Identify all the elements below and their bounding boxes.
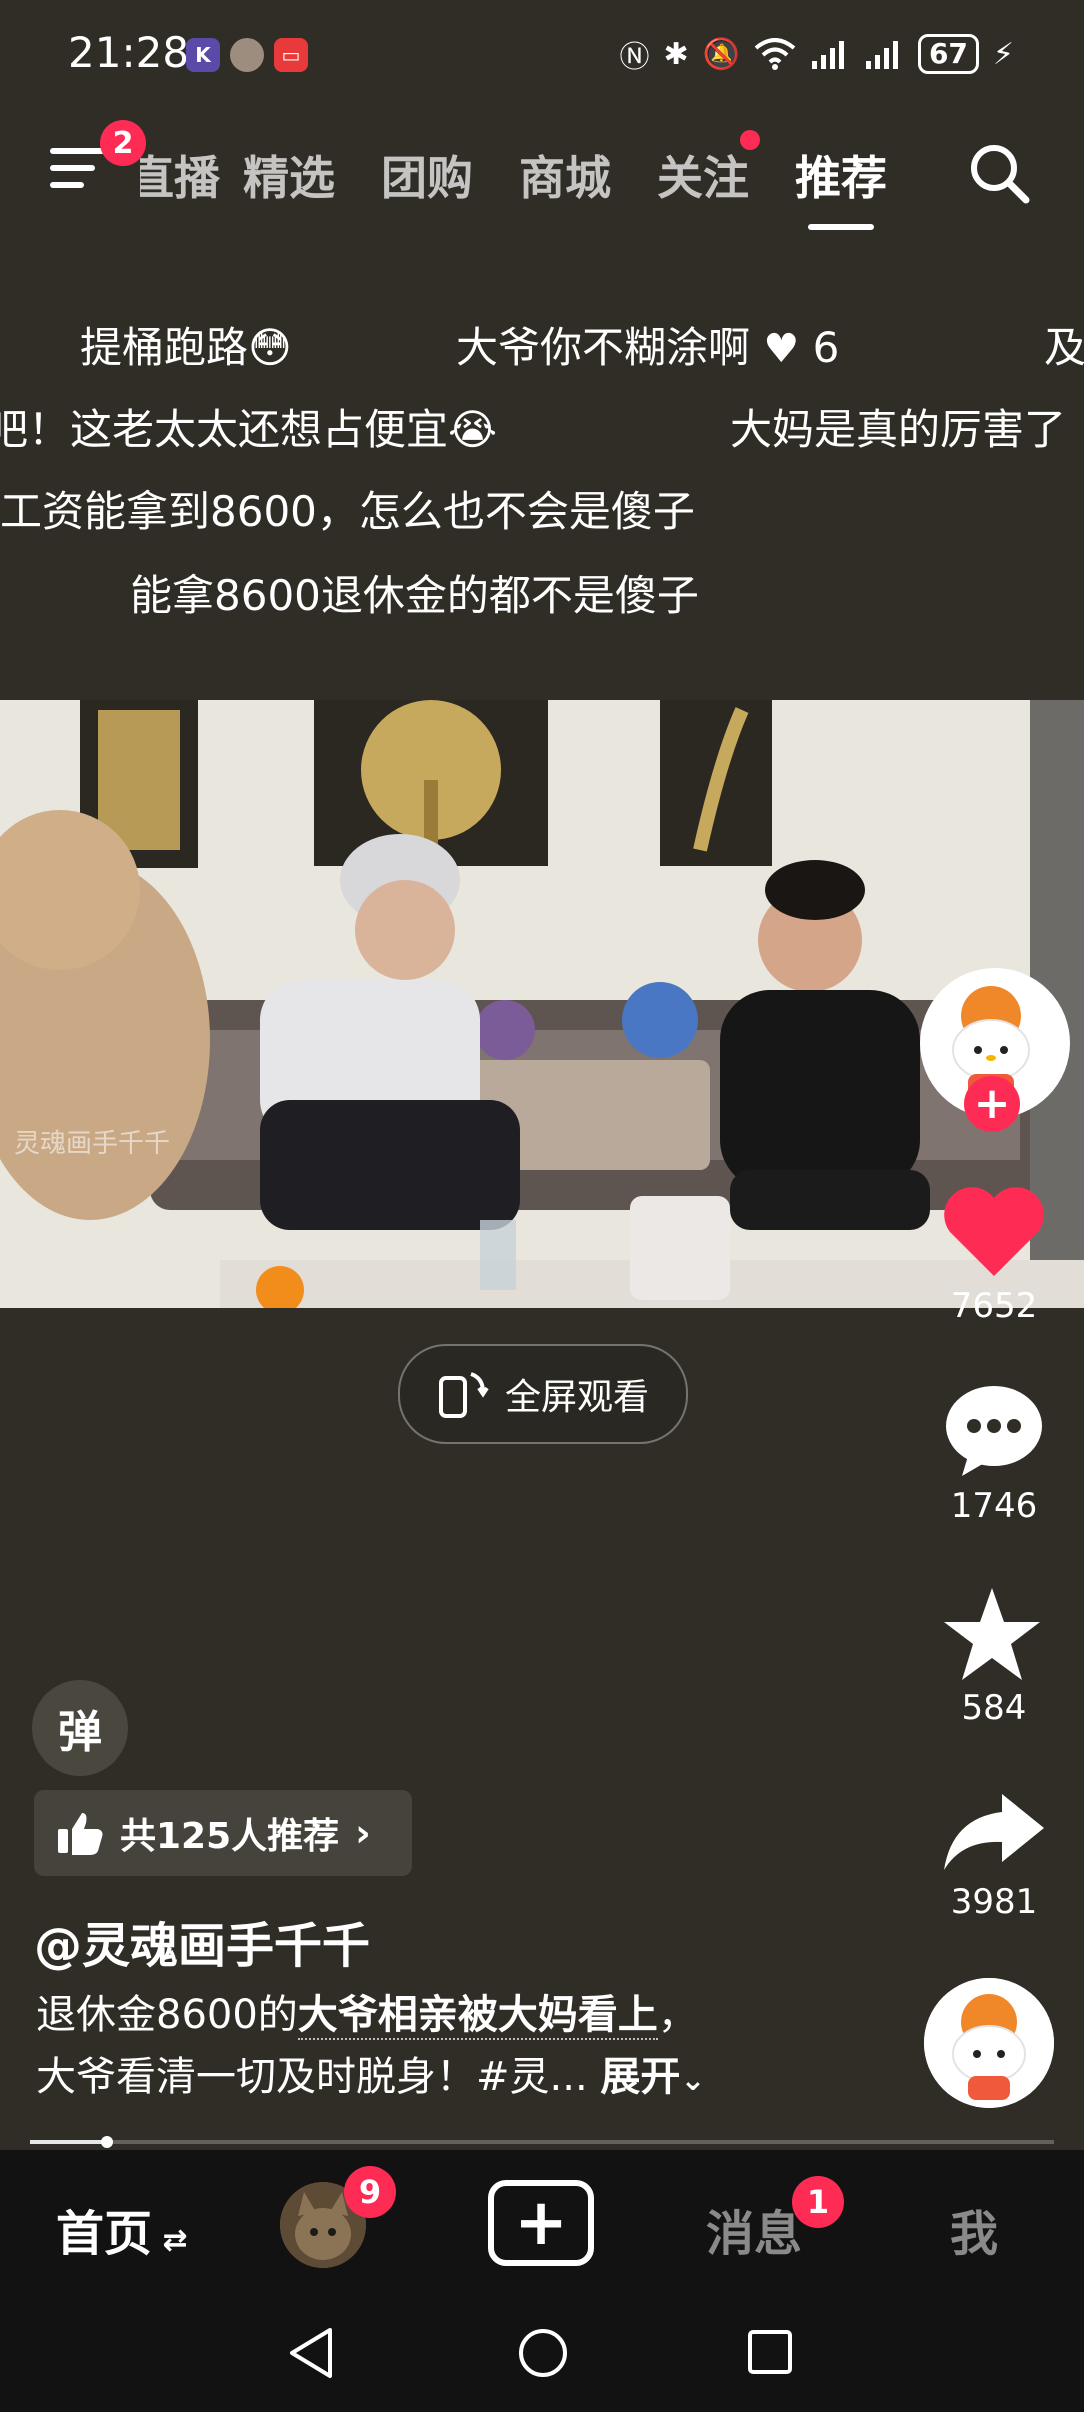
danmaku-comment: 工资能拿到8600，怎么也不会是傻子 bbox=[0, 487, 695, 536]
desc-comma: ， bbox=[657, 1992, 698, 2038]
danmaku-toggle-button[interactable]: 弹 bbox=[32, 1680, 128, 1776]
video-player[interactable]: 灵魂画手千千 bbox=[0, 700, 1084, 1308]
music-avatar-icon bbox=[924, 1978, 1054, 2108]
tab-messages[interactable]: 消息 bbox=[706, 2194, 802, 2264]
messages-badge: 1 bbox=[792, 2176, 844, 2228]
like-count: 7652 bbox=[950, 1286, 1038, 1326]
tab-group-buy[interactable]: 团购 bbox=[358, 142, 496, 208]
tab-home[interactable]: 首页 ⇄ bbox=[56, 2194, 188, 2264]
danmaku-comment: 提桶跑路😳 bbox=[80, 323, 292, 372]
danmaku-text: 大爷你不糊涂啊 bbox=[456, 323, 751, 372]
music-disc[interactable] bbox=[924, 1978, 1054, 2108]
top-tabs: 直播 精选 团购 商城 关注 推荐 bbox=[140, 130, 910, 230]
friends-badge: 9 bbox=[344, 2166, 396, 2218]
desc-highlight-link[interactable]: 大爷相亲被大妈看上 bbox=[297, 1992, 658, 2040]
mute-icon: 🔕 bbox=[702, 36, 740, 72]
tab-me[interactable]: 我 bbox=[950, 2194, 998, 2264]
danmaku-comment: 大妈是真的厉害了 bbox=[730, 405, 1067, 454]
wifi-icon bbox=[754, 38, 796, 70]
chevron-down-icon: ⌄ bbox=[680, 2063, 706, 2098]
expand-label: 展开 bbox=[600, 2054, 681, 2100]
share-arrow-icon[interactable] bbox=[942, 1790, 1046, 1872]
author-name[interactable]: @灵魂画手千千 bbox=[34, 1906, 370, 1976]
recommend-label: 共125人推荐 bbox=[120, 1816, 340, 1857]
recommend-chip[interactable]: 共125人推荐 › bbox=[34, 1790, 412, 1876]
signal-1-icon bbox=[811, 41, 844, 69]
danmaku-comment: 吧！这老太太还想占便宜😭 bbox=[0, 405, 498, 454]
charging-icon: ⚡ bbox=[992, 36, 1014, 72]
nfc-icon: Ⓝ bbox=[619, 40, 650, 75]
bluetooth-icon: ✱ bbox=[663, 36, 689, 72]
video-frame: 灵魂画手千千 bbox=[0, 700, 1084, 1308]
desc-prefix: 退休金8600的 bbox=[36, 1992, 298, 2038]
danmaku-comment: 大爷你不糊涂啊 ♥ 6 bbox=[456, 314, 839, 375]
app-photo-icon bbox=[230, 38, 264, 72]
app-red-icon: ▭ bbox=[274, 38, 308, 72]
share-count: 3981 bbox=[950, 1882, 1038, 1922]
create-post-button[interactable]: + bbox=[488, 2180, 594, 2266]
heart-icon: ♥ bbox=[763, 326, 800, 372]
tab-following-label: 关注 bbox=[657, 151, 749, 205]
search-icon[interactable] bbox=[968, 142, 1030, 204]
menu-button[interactable] bbox=[50, 148, 106, 198]
danmaku-like-count: 6 bbox=[812, 323, 840, 372]
app-k-icon: K bbox=[186, 38, 220, 72]
recents-square-icon[interactable] bbox=[746, 2328, 794, 2376]
following-dot bbox=[740, 130, 760, 150]
danmaku-comment: 能拿8600退休金的都不是傻子 bbox=[130, 571, 699, 620]
status-right: Ⓝ ✱ 🔕 67 ⚡ bbox=[619, 32, 1014, 76]
post-description: 退休金8600的大爷相亲被大妈看上， 大爷看清一切及时脱身！#灵... 展开⌄ bbox=[36, 1984, 776, 2112]
fullscreen-button[interactable]: 全屏观看 bbox=[398, 1344, 688, 1444]
expand-button[interactable]: 展开⌄ bbox=[600, 2054, 705, 2100]
tab-live[interactable]: 直播 bbox=[140, 142, 220, 208]
progress-knob[interactable] bbox=[100, 2136, 113, 2148]
favorite-count: 584 bbox=[961, 1688, 1027, 1728]
video-progress-bar[interactable] bbox=[30, 2136, 1054, 2148]
favorite-star-icon[interactable] bbox=[942, 1586, 1042, 1682]
tab-mall[interactable]: 商城 bbox=[496, 142, 634, 208]
follow-plus-button[interactable]: + bbox=[964, 1076, 1020, 1132]
back-icon[interactable] bbox=[286, 2326, 336, 2380]
tab-recommended[interactable]: 推荐 bbox=[772, 142, 910, 230]
home-circle-icon[interactable] bbox=[516, 2326, 570, 2380]
danmaku-comment: 及 bbox=[1044, 323, 1084, 372]
tab-featured[interactable]: 精选 bbox=[220, 142, 358, 208]
progress-fill bbox=[30, 2140, 107, 2144]
comment-icon[interactable] bbox=[944, 1384, 1044, 1478]
rotate-screen-icon bbox=[438, 1372, 489, 1418]
tab-following[interactable]: 关注 bbox=[634, 130, 772, 208]
chevron-right-icon: › bbox=[355, 1811, 371, 1855]
tab-home-label: 首页 bbox=[56, 2206, 153, 2262]
thumbs-up-icon bbox=[58, 1813, 103, 1855]
video-watermark: 灵魂画手千千 bbox=[14, 1129, 170, 1159]
signal-2-icon bbox=[865, 41, 898, 69]
status-app-icons: K ▭ bbox=[186, 38, 308, 72]
status-time: 21:28 bbox=[68, 28, 190, 77]
swap-arrows-icon: ⇄ bbox=[152, 2223, 188, 2258]
fullscreen-label: 全屏观看 bbox=[504, 1377, 649, 1418]
comment-count: 1746 bbox=[950, 1486, 1038, 1526]
like-heart-icon[interactable] bbox=[942, 1184, 1046, 1278]
battery-level: 67 bbox=[917, 34, 979, 74]
desc-line2: 大爷看清一切及时脱身！#灵... bbox=[36, 2054, 588, 2100]
